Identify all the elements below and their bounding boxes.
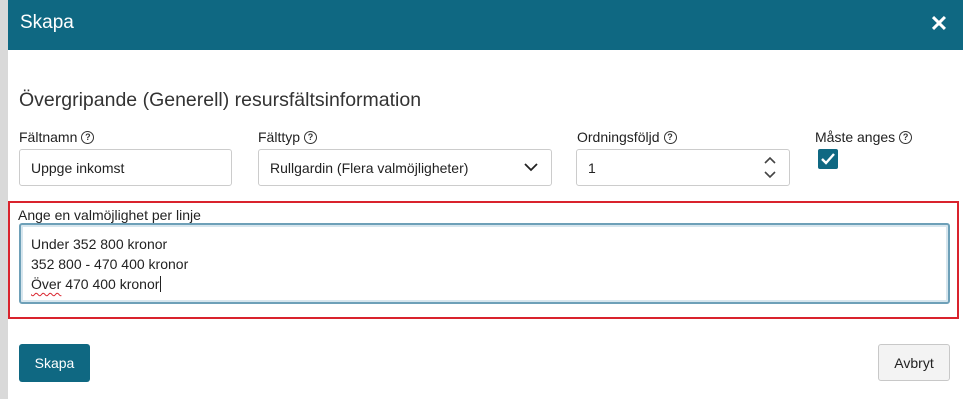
order-number-input[interactable]: 1: [576, 149, 790, 186]
field-name-label-row: Fältnamn ?: [19, 129, 95, 145]
create-dialog: Skapa ✕ Övergripande (Generell) resursfä…: [8, 0, 963, 399]
order-label-row: Ordningsföljd ?: [577, 129, 677, 145]
close-icon[interactable]: ✕: [925, 10, 953, 38]
checkmark-icon: [821, 153, 835, 165]
option-line-rest: 470 400 kronor: [61, 276, 160, 292]
help-icon[interactable]: ?: [899, 130, 913, 144]
options-textarea[interactable]: Under 352 800 kronor 352 800 - 470 400 k…: [19, 223, 950, 304]
help-icon[interactable]: ?: [663, 130, 677, 144]
option-line: Under 352 800 kronor: [31, 236, 168, 252]
options-label: Ange en valmöjlighet per linje: [18, 207, 201, 223]
spinner-arrows-icon[interactable]: [759, 153, 781, 182]
create-button[interactable]: Skapa: [19, 344, 90, 382]
field-type-select[interactable]: Rullgardin (Flera valmöjligheter): [258, 149, 552, 186]
field-name-label: Fältnamn: [19, 129, 78, 145]
help-icon[interactable]: ?: [81, 130, 95, 144]
background-edge: [0, 0, 8, 399]
option-line: 352 800 - 470 400 kronor: [31, 256, 189, 272]
section-title: Övergripande (Generell) resursfältsinfor…: [19, 89, 422, 111]
dialog-header: Skapa ✕: [8, 0, 963, 50]
order-value: 1: [588, 159, 596, 176]
field-type-label-row: Fälttyp ?: [258, 129, 318, 145]
option-line: Över 470 400 kronor: [31, 274, 938, 294]
field-name-input[interactable]: Uppge inkomst: [19, 149, 232, 186]
dialog-title: Skapa: [20, 12, 74, 33]
spellcheck-word: Över: [31, 276, 62, 292]
required-label: Måste anges: [815, 129, 896, 145]
required-checkbox[interactable]: [818, 149, 838, 169]
field-name-value: Uppge inkomst: [31, 159, 125, 176]
text-caret: [160, 276, 162, 292]
order-label: Ordningsföljd: [577, 129, 660, 145]
field-type-label: Fälttyp: [258, 129, 301, 145]
help-icon[interactable]: ?: [304, 130, 318, 144]
chevron-down-icon: [524, 163, 538, 172]
cancel-button[interactable]: Avbryt: [878, 344, 950, 381]
field-type-value: Rullgardin (Flera valmöjligheter): [270, 159, 469, 176]
required-label-row: Måste anges ?: [815, 129, 913, 145]
